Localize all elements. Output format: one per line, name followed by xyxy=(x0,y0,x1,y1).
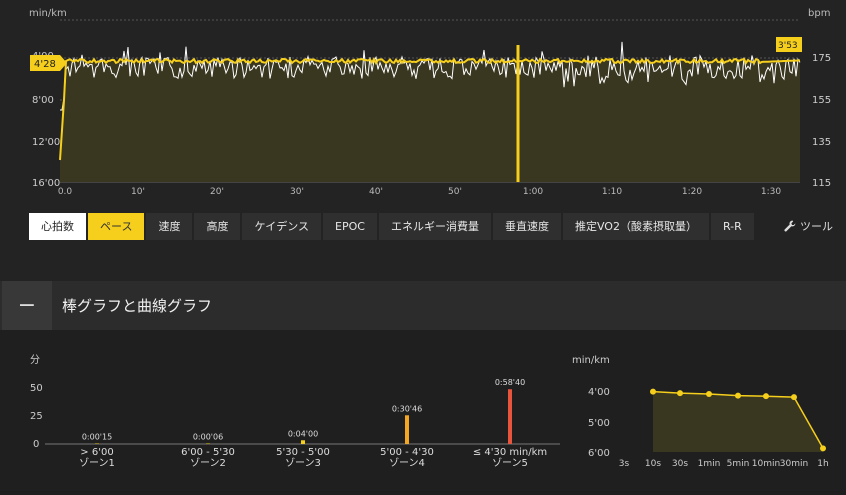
curve-x-tick: 10min xyxy=(752,459,780,469)
curve-x-ticks: 3s 10s 30s 1min 5min 10min 30min 1h xyxy=(619,459,829,469)
tab-energy[interactable]: エネルギー消費量 xyxy=(378,213,491,240)
bar-y-tick-0: 0 xyxy=(33,439,39,450)
bar-y-unit: 分 xyxy=(30,354,40,366)
bar-zone-4[interactable] xyxy=(405,415,409,444)
curve-point[interactable] xyxy=(706,391,712,398)
curve-point[interactable] xyxy=(650,388,656,395)
bar-value-label: 0:58'40 xyxy=(495,378,525,387)
curve-x-tick: 3s xyxy=(619,459,630,469)
right-axis-unit: bpm xyxy=(808,8,830,19)
curve-y-unit: min/km xyxy=(572,355,610,366)
bar-zone-label: ゾーン3 xyxy=(285,457,321,469)
tab-epoc[interactable]: EPOC xyxy=(323,213,377,240)
pace-zone-bar-chart: 分 50 25 0 0:00'15 > 6'00ゾーン1 0:00'06 6'00 -… xyxy=(30,354,560,469)
bar-category-label: 6'00 - 5'30 xyxy=(181,447,235,458)
tab-heart-rate[interactable]: 心拍数 xyxy=(29,213,86,240)
bar-zone-label: ゾーン5 xyxy=(492,457,528,469)
bar-category-label: > 6'00 xyxy=(80,447,113,458)
section-header: − 棒グラフと曲線グラフ xyxy=(0,281,846,330)
time-tick: 30' xyxy=(290,187,304,197)
tab-pace[interactable]: ペース xyxy=(88,213,145,240)
bars: 0:00'15 > 6'00ゾーン1 0:00'06 6'00 - 5'30ゾーン2 0… xyxy=(79,378,547,469)
start-pace-label: 4'28 xyxy=(30,55,67,71)
tab-altitude[interactable]: 高度 xyxy=(194,213,241,240)
bar-zone-5[interactable] xyxy=(508,389,512,444)
time-tick: 50' xyxy=(448,187,462,197)
left-tick-2: 8'00 xyxy=(32,95,54,106)
section-title: 棒グラフと曲線グラフ xyxy=(62,297,213,315)
curve-point[interactable] xyxy=(820,445,826,452)
right-tick-1: 175 xyxy=(812,53,831,64)
curve-x-tick: 5min xyxy=(727,459,750,469)
tab-rr[interactable]: R-R xyxy=(710,213,754,240)
bar-zone-1[interactable] xyxy=(95,443,99,445)
tab-cadence[interactable]: ケイデンス xyxy=(242,213,322,240)
right-tick-3: 135 xyxy=(812,137,831,148)
curve-point[interactable] xyxy=(677,390,683,397)
bar-y-tick-25: 25 xyxy=(30,411,43,422)
left-axis-unit: min/km xyxy=(29,8,67,19)
curve-y-tick-3: 6'00 xyxy=(588,448,610,459)
end-pace-value: 3'53 xyxy=(778,41,798,51)
curve-point[interactable] xyxy=(763,393,769,400)
bar-zone-label: ゾーン2 xyxy=(190,457,226,469)
bar-value-label: 0:04'00 xyxy=(288,429,318,438)
time-tick: 1:30 xyxy=(761,187,781,197)
bar-category-label: ≤ 4'30 min/km xyxy=(473,447,547,458)
time-axis-ticks: 0.0 10' 20' 30' 40' 50' 1:00 1:10 1:20 1:30 xyxy=(58,187,782,197)
bar-zone-2[interactable] xyxy=(206,443,210,445)
collapse-button[interactable]: − xyxy=(2,281,52,330)
curve-x-tick: 1min xyxy=(698,459,721,469)
bar-zone-label: ゾーン1 xyxy=(79,457,115,469)
curve-point[interactable] xyxy=(735,392,741,399)
curve-x-tick: 30min xyxy=(780,459,808,469)
time-tick: 40' xyxy=(369,187,383,197)
tab-vo2[interactable]: 推定VO2（酸素摂取量） xyxy=(562,213,709,240)
left-tick-4: 16'00 xyxy=(32,178,60,189)
curve-y-tick-1: 4'00 xyxy=(588,387,610,398)
time-tick: 20' xyxy=(210,187,224,197)
curve-area-fill xyxy=(653,391,823,452)
pace-curve-chart: min/km 4'00 5'00 6'00 3s 10s 30s 1min 5min 10… xyxy=(572,355,829,469)
bar-zone-3[interactable] xyxy=(301,440,305,444)
tab-vertical-speed[interactable]: 垂直速度 xyxy=(492,213,561,240)
tools-label: ツール xyxy=(800,220,833,233)
bar-category-label: 5'30 - 5'00 xyxy=(276,447,330,458)
right-tick-2: 155 xyxy=(812,95,831,106)
curve-x-tick: 10s xyxy=(645,459,661,469)
curve-x-tick: 30s xyxy=(672,459,688,469)
end-pace-label: 3'53 xyxy=(776,37,802,52)
curve-y-tick-2: 5'00 xyxy=(588,418,610,429)
bar-value-label: 0:00'06 xyxy=(193,433,223,442)
curve-x-tick: 1h xyxy=(817,459,828,469)
pace-area-fill xyxy=(60,59,800,182)
right-tick-4: 115 xyxy=(812,178,831,189)
bar-y-tick-50: 50 xyxy=(30,383,43,394)
tools-button[interactable]: ツール xyxy=(784,218,833,234)
bar-value-label: 0:30'46 xyxy=(392,404,422,413)
wrench-icon xyxy=(784,220,796,232)
bar-zone-label: ゾーン4 xyxy=(389,457,425,469)
bar-category-label: 5'00 - 4'30 xyxy=(380,447,434,458)
left-tick-3: 12'00 xyxy=(32,137,60,148)
time-tick: 0.0 xyxy=(58,187,73,197)
curve-point[interactable] xyxy=(791,394,797,401)
time-tick: 1:10 xyxy=(602,187,622,197)
left-axis-ticks: 4'00 8'00 12'00 16'00 xyxy=(32,51,60,189)
time-tick: 1:20 xyxy=(682,187,702,197)
metric-tabs: 心拍数 ペース 速度 高度 ケイデンス EPOC エネルギー消費量 垂直速度 推… xyxy=(29,213,754,240)
start-pace-value: 4'28 xyxy=(34,59,56,70)
time-tick: 10' xyxy=(131,187,145,197)
bar-value-label: 0:00'15 xyxy=(82,433,112,442)
right-axis-ticks: 175 155 135 115 xyxy=(812,53,831,189)
time-tick: 1:00 xyxy=(523,187,543,197)
tab-speed[interactable]: 速度 xyxy=(146,213,193,240)
pace-heart-rate-chart[interactable]: min/km bpm 4'00 8'00 12'00 16'00 175 155… xyxy=(0,0,846,200)
